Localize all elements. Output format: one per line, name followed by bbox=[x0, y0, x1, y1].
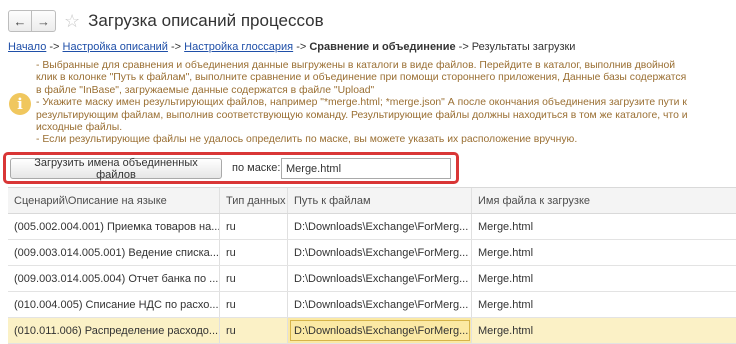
info-line: - Выбранные для сравнения и объединения … bbox=[36, 60, 687, 96]
table-row[interactable]: (010.004.005) Списание НДС по расхо... r… bbox=[8, 292, 736, 318]
cell-file-name[interactable]: Merge.html bbox=[472, 214, 736, 239]
column-header-path[interactable]: Путь к файлам bbox=[288, 188, 472, 213]
mask-input[interactable] bbox=[281, 158, 451, 179]
info-icon-glyph: i bbox=[17, 95, 23, 113]
cell-path[interactable]: D:\Downloads\Exchange\ForMerg... bbox=[288, 240, 472, 265]
breadcrumb: Начало -> Настройка описаний -> Настройк… bbox=[8, 41, 575, 53]
cell-scenario[interactable]: (009.003.014.005.001) Ведение списка... bbox=[8, 240, 220, 265]
table-header: Сценарий\Описание на языке Тип данных Пу… bbox=[8, 188, 736, 214]
title-bar: ← → ☆ Загрузка описаний процессов bbox=[8, 8, 728, 34]
table-row[interactable]: (005.002.004.001) Приемка товаров на... … bbox=[8, 214, 736, 240]
back-button[interactable]: ← bbox=[8, 10, 32, 32]
forward-button[interactable]: → bbox=[32, 10, 56, 32]
cell-path[interactable]: D:\Downloads\Exchange\ForMerg... bbox=[288, 266, 472, 291]
cell-scenario[interactable]: (010.011.006) Распределение расходо... bbox=[8, 318, 220, 343]
cell-file-name[interactable]: Merge.html bbox=[472, 266, 736, 291]
info-line: - Если результирующие файлы не удалось о… bbox=[36, 134, 578, 146]
cell-file-name[interactable]: Merge.html bbox=[472, 292, 736, 317]
breadcrumb-tail: Результаты загрузки bbox=[471, 41, 576, 53]
favorite-star-icon[interactable]: ☆ bbox=[64, 12, 80, 30]
cell-scenario[interactable]: (009.003.014.005.004) Отчет банка по ... bbox=[8, 266, 220, 291]
breadcrumb-settings-link[interactable]: Настройка описаний bbox=[63, 41, 168, 53]
breadcrumb-separator: -> bbox=[167, 41, 185, 53]
cell-data-type[interactable]: ru bbox=[220, 240, 288, 265]
cell-file-name[interactable]: Merge.html bbox=[472, 240, 736, 265]
cell-data-type[interactable]: ru bbox=[220, 266, 288, 291]
mask-label: по маске: bbox=[232, 162, 281, 174]
cell-data-type[interactable]: ru bbox=[220, 214, 288, 239]
column-header-data-type[interactable]: Тип данных bbox=[220, 188, 288, 213]
breadcrumb-current: Сравнение и объединение bbox=[309, 41, 456, 53]
cell-scenario[interactable]: (005.002.004.001) Приемка товаров на... bbox=[8, 214, 220, 239]
cell-data-type[interactable]: ru bbox=[220, 318, 288, 343]
breadcrumb-glossary-link[interactable]: Настройка глоссария bbox=[184, 41, 293, 53]
load-merged-files-button[interactable]: Загрузить имена объединенных файлов bbox=[10, 157, 222, 181]
cell-data-type[interactable]: ru bbox=[220, 292, 288, 317]
arrow-left-icon: ← bbox=[13, 13, 27, 29]
column-header-file-name[interactable]: Имя файла к загрузке bbox=[472, 188, 736, 213]
info-icon: i bbox=[9, 93, 31, 115]
breadcrumb-separator: -> bbox=[46, 41, 63, 53]
column-header-scenario[interactable]: Сценарий\Описание на языке bbox=[8, 188, 220, 213]
table-row[interactable]: (009.003.014.005.004) Отчет банка по ...… bbox=[8, 266, 736, 292]
page-title: Загрузка описаний процессов bbox=[88, 11, 324, 30]
cell-path[interactable]: D:\Downloads\Exchange\ForMerg... bbox=[288, 318, 472, 343]
breadcrumb-separator: -> bbox=[455, 41, 472, 53]
arrow-right-icon: → bbox=[37, 13, 50, 29]
files-table: Сценарий\Описание на языке Тип данных Пу… bbox=[8, 187, 736, 344]
table-row[interactable]: (009.003.014.005.001) Ведение списка... … bbox=[8, 240, 736, 266]
breadcrumb-home-link[interactable]: Начало bbox=[8, 41, 46, 53]
cell-path[interactable]: D:\Downloads\Exchange\ForMerg... bbox=[288, 292, 472, 317]
table-row-selected[interactable]: (010.011.006) Распределение расходо... r… bbox=[8, 318, 736, 344]
cell-scenario[interactable]: (010.004.005) Списание НДС по расхо... bbox=[8, 292, 220, 317]
info-line: - Укажите маску имен результирующих файл… bbox=[36, 97, 688, 134]
info-message: - Выбранные для сравнения и объединения … bbox=[36, 60, 692, 150]
cell-file-name[interactable]: Merge.html bbox=[472, 318, 736, 343]
cell-path[interactable]: D:\Downloads\Exchange\ForMerg... bbox=[288, 214, 472, 239]
breadcrumb-separator: -> bbox=[293, 41, 310, 53]
